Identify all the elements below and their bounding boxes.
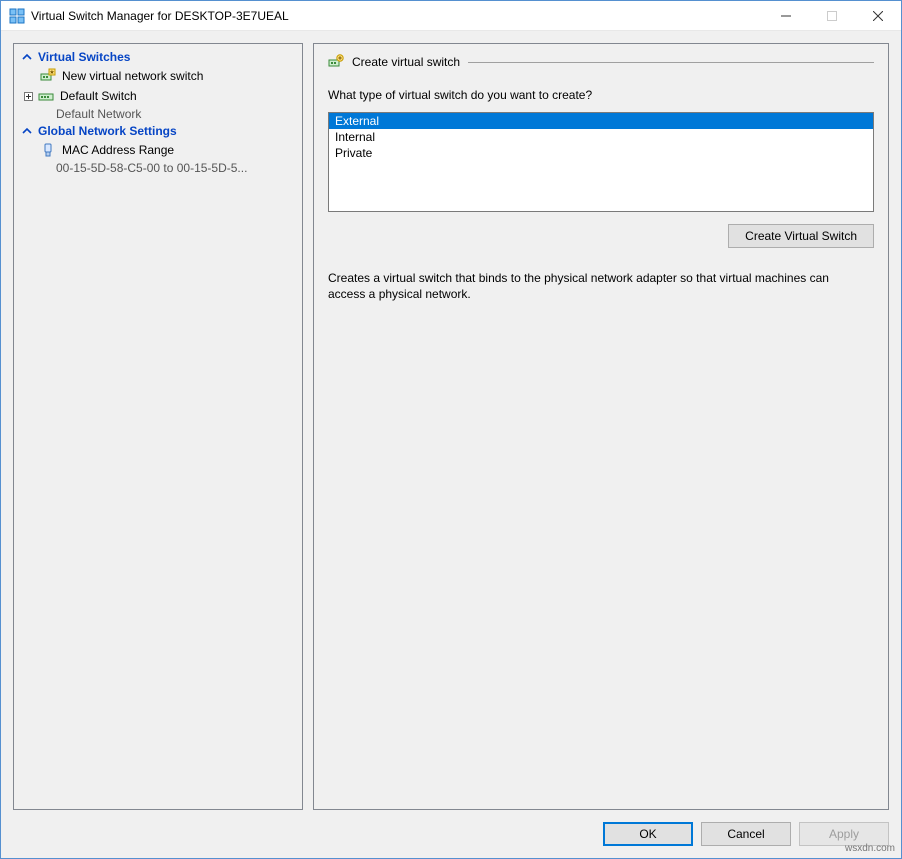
- switch-type-option[interactable]: Private: [329, 145, 873, 161]
- minimize-button[interactable]: [763, 1, 809, 31]
- nav-tree: Virtual Switches ★ New virtual network s…: [13, 43, 303, 810]
- window-controls: [763, 1, 901, 30]
- app-icon: [9, 8, 25, 24]
- panes: Virtual Switches ★ New virtual network s…: [13, 43, 889, 810]
- switch-icon: [38, 88, 54, 104]
- tree-item-label: New virtual network switch: [62, 68, 203, 84]
- tree-item-new-virtual-switch[interactable]: ★ New virtual network switch: [16, 66, 300, 86]
- switch-type-option[interactable]: External: [329, 113, 873, 129]
- tree-section-global-settings[interactable]: Global Network Settings: [16, 122, 300, 140]
- tree-item-mac-address-range[interactable]: MAC Address Range: [16, 140, 300, 160]
- tree-item-label: Default Switch: [60, 88, 137, 104]
- window-title: Virtual Switch Manager for DESKTOP-3E7UE…: [31, 9, 763, 23]
- cancel-button[interactable]: Cancel: [701, 822, 791, 846]
- prompt-text: What type of virtual switch do you want …: [328, 88, 874, 102]
- svg-text:★: ★: [49, 69, 54, 76]
- type-description: Creates a virtual switch that binds to t…: [328, 270, 848, 302]
- dialog-window: Virtual Switch Manager for DESKTOP-3E7UE…: [0, 0, 902, 859]
- ok-button[interactable]: OK: [603, 822, 693, 846]
- close-button[interactable]: [855, 1, 901, 31]
- nic-icon: [40, 142, 56, 158]
- switch-new-icon: ★: [40, 68, 56, 84]
- tree-section-virtual-switches[interactable]: Virtual Switches: [16, 48, 300, 66]
- create-virtual-switch-button[interactable]: Create Virtual Switch: [728, 224, 874, 248]
- switch-type-option[interactable]: Internal: [329, 129, 873, 145]
- tree-section-label: Virtual Switches: [38, 50, 130, 64]
- title-bar: Virtual Switch Manager for DESKTOP-3E7UE…: [1, 1, 901, 31]
- switch-type-list[interactable]: ExternalInternalPrivate: [328, 112, 874, 212]
- watermark: wsxdn.com: [845, 843, 895, 854]
- tree-item-label: MAC Address Range: [62, 142, 174, 158]
- divider: [468, 62, 874, 63]
- group-header: Create virtual switch: [328, 54, 874, 70]
- expand-icon[interactable]: [22, 92, 34, 101]
- chevron-up-icon: [22, 52, 32, 62]
- tree-item-subtitle: 00-15-5D-58-C5-00 to 00-15-5D-5...: [16, 160, 286, 176]
- dialog-footer: OK Cancel Apply: [13, 810, 889, 846]
- tree-item-default-switch[interactable]: Default Switch: [16, 86, 300, 106]
- tree-item-subtitle: Default Network: [16, 106, 286, 122]
- maximize-button[interactable]: [809, 1, 855, 31]
- chevron-up-icon: [22, 126, 32, 136]
- group-title: Create virtual switch: [352, 55, 460, 69]
- detail-pane: Create virtual switch What type of virtu…: [313, 43, 889, 810]
- tree-section-label: Global Network Settings: [38, 124, 177, 138]
- switch-add-icon: [328, 54, 344, 70]
- dialog-body: Virtual Switches ★ New virtual network s…: [1, 31, 901, 858]
